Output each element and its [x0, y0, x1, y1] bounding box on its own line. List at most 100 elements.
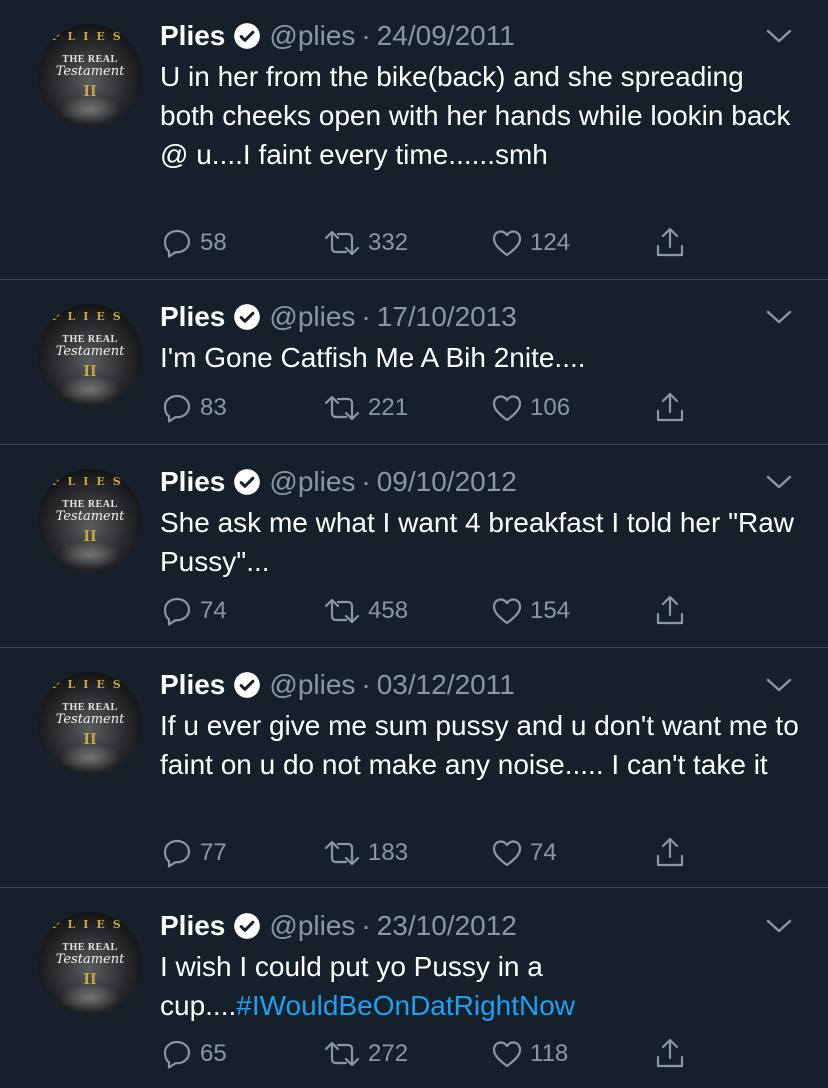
heart-icon: [492, 230, 522, 257]
chevron-down-icon[interactable]: [766, 309, 792, 325]
chevron-down-icon[interactable]: [766, 918, 792, 934]
avatar-logo-text: PLIES: [51, 310, 129, 323]
reply-count: 58: [200, 229, 227, 256]
tweet-body: She ask me what I want 4 breakfast I tol…: [160, 507, 802, 577]
like-count: 154: [530, 597, 571, 624]
retweet-button[interactable]: 183: [322, 835, 408, 871]
tweet-text: I wish I could put yo Pussy in a cup....…: [160, 947, 800, 1025]
retweet-icon: [324, 395, 360, 421]
tweet[interactable]: PLIES THE REAL Testament II Plies @plies…: [0, 648, 828, 888]
retweet-count: 458: [368, 597, 409, 624]
reply-button[interactable]: 74: [160, 593, 227, 629]
display-name[interactable]: Plies: [160, 299, 225, 335]
retweet-button[interactable]: 332: [322, 225, 408, 261]
tweet-date[interactable]: 24/09/2011: [377, 18, 515, 54]
share-button[interactable]: [652, 835, 688, 871]
reply-count: 65: [200, 1040, 227, 1067]
separator-dot: ·: [361, 910, 371, 941]
tweet-actions: 74 458 154: [160, 593, 720, 629]
tweet-date[interactable]: 03/12/2011: [377, 667, 515, 703]
avatar[interactable]: PLIES THE REAL Testament II: [38, 912, 142, 1016]
separator-dot: ·: [361, 20, 371, 51]
share-icon: [656, 392, 684, 422]
avatar-smoke: [58, 984, 122, 1012]
tweet[interactable]: PLIES THE REAL Testament II Plies @plies…: [0, 0, 828, 280]
retweet-icon: [324, 598, 360, 624]
like-count: 124: [530, 229, 571, 256]
tweet[interactable]: PLIES THE REAL Testament II Plies @plies…: [0, 888, 828, 1088]
retweet-count: 183: [368, 839, 409, 866]
retweet-count: 332: [368, 229, 409, 256]
reply-icon: [163, 597, 191, 626]
like-count: 106: [530, 394, 571, 421]
share-icon: [656, 837, 684, 867]
user-handle[interactable]: @plies: [269, 18, 355, 54]
user-handle[interactable]: @plies: [269, 464, 355, 500]
tweet-header: Plies @plies · 24/09/2011: [160, 18, 515, 54]
reply-button[interactable]: 58: [160, 225, 227, 261]
separator-dot: ·: [361, 466, 371, 497]
avatar-line2: Testament: [55, 344, 125, 359]
display-name[interactable]: Plies: [160, 667, 225, 703]
user-handle[interactable]: @plies: [269, 667, 355, 703]
reply-button[interactable]: 65: [160, 1036, 227, 1072]
display-name[interactable]: Plies: [160, 18, 225, 54]
reply-icon: [163, 839, 191, 868]
reply-icon: [163, 394, 191, 423]
tweet-date[interactable]: 09/10/2012: [377, 464, 517, 500]
avatar-logo-text: PLIES: [51, 475, 129, 488]
user-handle[interactable]: @plies: [269, 908, 355, 944]
tweet[interactable]: PLIES THE REAL Testament II Plies @plies…: [0, 280, 828, 445]
share-button[interactable]: [652, 1036, 688, 1072]
avatar[interactable]: PLIES THE REAL Testament II: [38, 469, 142, 573]
share-icon: [656, 595, 684, 625]
retweet-button[interactable]: 458: [322, 593, 408, 629]
share-button[interactable]: [652, 390, 688, 426]
share-button[interactable]: [652, 225, 688, 261]
retweet-button[interactable]: 221: [322, 390, 408, 426]
avatar[interactable]: PLIES THE REAL Testament II: [38, 304, 142, 408]
avatar[interactable]: PLIES THE REAL Testament II: [38, 24, 142, 128]
tweet-date[interactable]: 17/10/2013: [377, 299, 517, 335]
avatar-smoke: [58, 376, 122, 404]
hashtag-link[interactable]: #IWouldBeOnDatRightNow: [236, 990, 575, 1021]
tweet-body: U in her from the bike(back) and she spr…: [160, 61, 799, 170]
separator-dot: ·: [361, 301, 371, 332]
avatar-logo-text: PLIES: [51, 918, 129, 931]
share-icon: [656, 1038, 684, 1068]
avatar-smoke: [58, 541, 122, 569]
retweet-icon: [324, 230, 360, 256]
chevron-down-icon[interactable]: [766, 677, 792, 693]
verified-badge-icon: [234, 469, 261, 495]
like-button[interactable]: 154: [490, 593, 570, 629]
tweet-date[interactable]: 23/10/2012: [377, 908, 517, 944]
reply-icon: [163, 1040, 191, 1069]
verified-badge-icon: [234, 913, 261, 939]
retweet-icon: [324, 1041, 360, 1067]
chevron-down-icon[interactable]: [766, 28, 792, 44]
share-button[interactable]: [652, 593, 688, 629]
reply-button[interactable]: 83: [160, 390, 227, 426]
like-button[interactable]: 106: [490, 390, 570, 426]
like-button[interactable]: 118: [490, 1036, 568, 1072]
chevron-down-icon[interactable]: [766, 474, 792, 490]
display-name[interactable]: Plies: [160, 464, 225, 500]
like-button[interactable]: 124: [490, 225, 570, 261]
tweet[interactable]: PLIES THE REAL Testament II Plies @plies…: [0, 445, 828, 648]
user-handle[interactable]: @plies: [269, 299, 355, 335]
retweet-count: 272: [368, 1040, 409, 1067]
verified-badge-icon: [234, 23, 261, 49]
reply-button[interactable]: 77: [160, 835, 227, 871]
reply-icon: [163, 229, 191, 258]
like-count: 118: [530, 1040, 569, 1067]
avatar[interactable]: PLIES THE REAL Testament II: [38, 672, 142, 776]
avatar-smoke: [58, 96, 122, 124]
retweet-button[interactable]: 272: [322, 1036, 408, 1072]
like-button[interactable]: 74: [490, 835, 557, 871]
display-name[interactable]: Plies: [160, 908, 225, 944]
tweet-actions: 58 332 124: [160, 225, 720, 261]
verified-badge-icon: [234, 304, 261, 330]
tweet-actions: 83 221 106: [160, 390, 720, 426]
avatar-line2: Testament: [55, 64, 125, 79]
avatar-logo-text: PLIES: [51, 30, 129, 43]
